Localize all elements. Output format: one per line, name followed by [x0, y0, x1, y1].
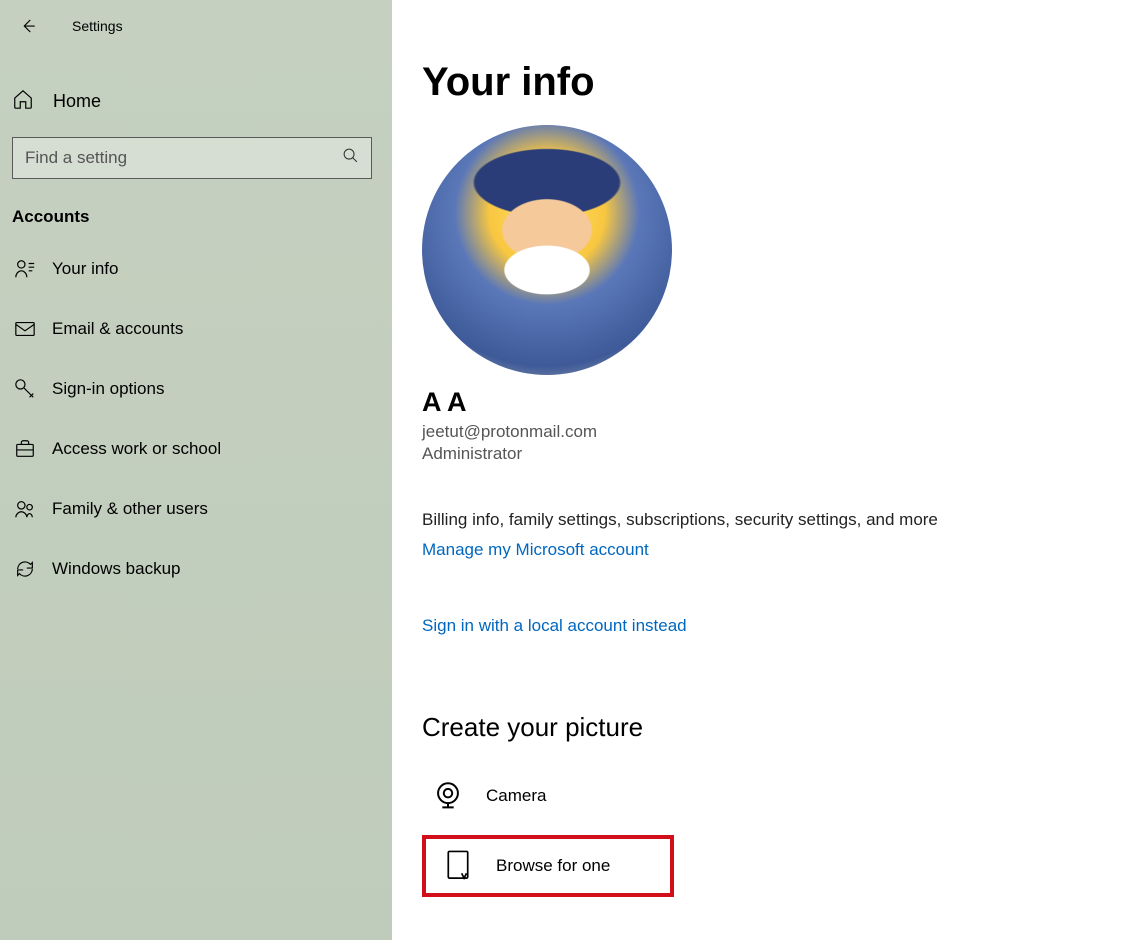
camera-icon — [428, 779, 468, 813]
search-input[interactable] — [25, 148, 342, 168]
sidebar-item-label: Email & accounts — [52, 319, 183, 339]
mail-icon — [12, 318, 38, 340]
create-picture-heading: Create your picture — [422, 712, 1096, 743]
back-button[interactable] — [18, 16, 38, 36]
sidebar-item-email[interactable]: Email & accounts — [0, 299, 392, 359]
sync-icon — [12, 558, 38, 580]
sidebar-item-label: Access work or school — [52, 439, 221, 459]
browse-option[interactable]: Browse for one — [432, 849, 664, 883]
manage-account-link[interactable]: Manage my Microsoft account — [422, 540, 649, 560]
user-role: Administrator — [422, 444, 1096, 464]
sidebar-item-backup[interactable]: Windows backup — [0, 539, 392, 599]
sidebar-item-label: Family & other users — [52, 499, 208, 519]
browse-icon — [438, 849, 478, 883]
sidebar-item-label: Sign-in options — [52, 379, 164, 399]
sidebar-item-label: Your info — [52, 259, 118, 279]
sidebar-section-title: Accounts — [0, 179, 392, 239]
sidebar-item-label: Windows backup — [52, 559, 181, 579]
header-row: Settings — [0, 6, 392, 46]
avatar — [422, 125, 672, 375]
browse-label: Browse for one — [496, 856, 610, 876]
browse-highlight: Browse for one — [422, 835, 674, 897]
main-content: Your info A A jeetut@protonmail.com Admi… — [392, 0, 1126, 940]
user-name: A A — [422, 387, 1096, 418]
sidebar-item-your-info[interactable]: Your info — [0, 239, 392, 299]
sidebar-item-work[interactable]: Access work or school — [0, 419, 392, 479]
account-info-text: Billing info, family settings, subscript… — [422, 510, 1096, 530]
sidebar-item-signin[interactable]: Sign-in options — [0, 359, 392, 419]
local-account-link[interactable]: Sign in with a local account instead — [422, 616, 687, 636]
page-title: Your info — [422, 60, 1096, 105]
header-title: Settings — [72, 18, 123, 34]
home-nav[interactable]: Home — [0, 76, 392, 127]
camera-label: Camera — [486, 786, 546, 806]
home-label: Home — [53, 91, 101, 112]
camera-option[interactable]: Camera — [422, 763, 1096, 829]
home-icon — [12, 88, 34, 115]
sidebar: Settings Home Accounts Your info Email &… — [0, 0, 392, 940]
people-icon — [12, 498, 38, 520]
person-icon — [12, 258, 38, 280]
search-icon — [342, 147, 359, 169]
search-box[interactable] — [12, 137, 372, 179]
briefcase-icon — [12, 438, 38, 460]
key-icon — [12, 378, 38, 400]
back-arrow-icon — [19, 17, 37, 35]
user-email: jeetut@protonmail.com — [422, 422, 1096, 442]
sidebar-item-family[interactable]: Family & other users — [0, 479, 392, 539]
